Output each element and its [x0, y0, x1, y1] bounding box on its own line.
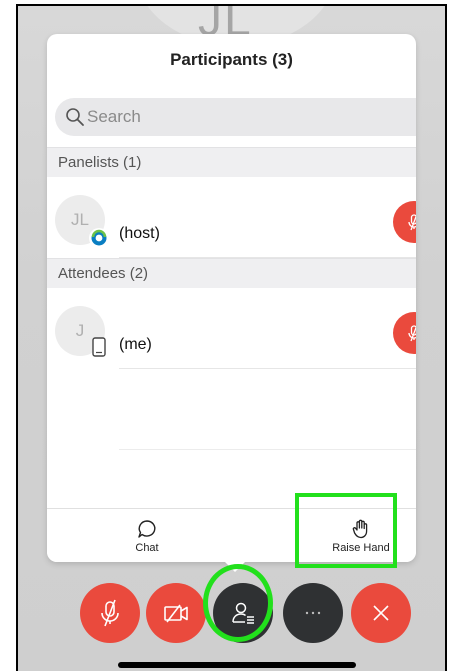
mobile-device-icon	[92, 337, 106, 357]
mute-mic-icon	[101, 599, 119, 627]
chat-bubble-icon	[138, 520, 156, 538]
more-icon	[305, 611, 321, 615]
participant-row-me[interactable]: J (me)	[47, 289, 416, 369]
chat-button[interactable]: Chat	[117, 509, 177, 562]
row-divider	[119, 368, 416, 369]
leave-icon	[373, 605, 389, 621]
muted-mic-button[interactable]	[393, 312, 416, 354]
raise-hand-highlight	[295, 493, 397, 568]
mute-button[interactable]	[80, 583, 140, 643]
mic-muted-icon	[408, 214, 416, 231]
list-divider	[119, 449, 416, 450]
section-header-panelists: Panelists (1)	[47, 147, 416, 177]
section-header-attendees: Attendees (2)	[47, 258, 416, 288]
search-icon	[66, 108, 84, 126]
webex-app-icon	[89, 228, 109, 248]
search-bar[interactable]	[55, 98, 416, 136]
video-button[interactable]	[146, 583, 206, 643]
participant-label: (host)	[119, 225, 160, 242]
mic-muted-icon	[408, 325, 416, 342]
participant-label: (me)	[119, 336, 152, 353]
muted-mic-button[interactable]	[393, 201, 416, 243]
more-options-button[interactable]	[283, 583, 343, 643]
participants-panel: Participants (3) Panelists (1) JL (host)	[47, 34, 416, 562]
video-off-icon	[164, 604, 188, 623]
chat-label: Chat	[135, 542, 159, 554]
home-indicator	[118, 662, 356, 668]
panel-title: Participants (3)	[170, 50, 293, 69]
search-input[interactable]	[87, 104, 387, 130]
participant-row-host[interactable]: JL (host)	[47, 178, 416, 258]
participants-highlight	[203, 564, 273, 642]
leave-meeting-button[interactable]	[351, 583, 411, 643]
